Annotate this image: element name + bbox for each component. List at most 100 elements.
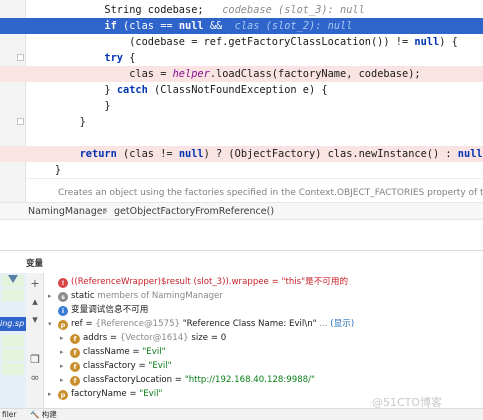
variable-text: classFactoryLocation = bbox=[83, 375, 185, 385]
chevron-right-icon[interactable]: ▸ bbox=[48, 289, 58, 303]
code-token: } bbox=[79, 116, 86, 128]
doc-separator bbox=[26, 178, 483, 179]
variable-row[interactable]: ! ((ReferenceWrapper)$result (slot_3)).wr… bbox=[48, 275, 348, 289]
code-token: String codebase; bbox=[104, 4, 223, 16]
code-token: (codebase = ref.getFactoryClassLocation(… bbox=[129, 36, 415, 48]
code-line[interactable]: (codebase = ref.getFactoryClassLocation(… bbox=[0, 34, 483, 50]
code-keyword: null bbox=[457, 148, 483, 160]
variable-text: "Evil" bbox=[148, 361, 172, 371]
code-text: } bbox=[30, 98, 110, 114]
frames-column[interactable]: ing.sp bbox=[0, 273, 26, 408]
frame-item[interactable] bbox=[2, 363, 24, 375]
code-keyword: if bbox=[104, 20, 117, 32]
chevron-right-icon[interactable]: ▸ bbox=[60, 345, 70, 359]
variable-text: ref = bbox=[71, 319, 96, 329]
code-text: String codebase; codebase (slot_3): null bbox=[30, 2, 365, 18]
selected-frame[interactable]: ing.sp bbox=[0, 317, 26, 331]
variables-toolbar: + ▴ ▾ ❐ ∞ bbox=[26, 273, 44, 408]
code-keyword: return bbox=[79, 148, 117, 160]
variable-text: "Reference Class Name: Evil\n" bbox=[182, 319, 317, 329]
code-text: } catch (ClassNotFoundException e) { bbox=[30, 82, 327, 98]
code-line[interactable]: clas = helper.loadClass(factoryName, cod… bbox=[0, 66, 483, 82]
code-keyword: null bbox=[178, 20, 204, 32]
breadcrumb-separator: › bbox=[104, 206, 108, 217]
variable-row[interactable]: ▸ f className = "Evil" bbox=[60, 345, 166, 359]
code-line[interactable] bbox=[0, 130, 483, 146]
code-line[interactable]: try { bbox=[0, 50, 483, 66]
variable-text: static bbox=[71, 291, 98, 301]
breadcrumb: NamingManager › getObjectFactoryFromRefe… bbox=[0, 202, 483, 220]
variable-text: "http://192.168.40.128:9988/" bbox=[184, 375, 315, 385]
code-token: ) ? (ObjectFactory) clas.newInstance() : bbox=[203, 148, 458, 160]
frame-item[interactable] bbox=[2, 289, 24, 301]
variable-text: members of NamingManager bbox=[97, 291, 223, 301]
javadoc-text: Creates an object using the factories sp… bbox=[58, 188, 483, 198]
breadcrumb-method[interactable]: getObjectFactoryFromReference() bbox=[114, 204, 274, 220]
chevron-right-icon[interactable]: ▸ bbox=[60, 331, 70, 345]
variable-text[interactable]: (显示) bbox=[330, 319, 354, 329]
add-watch-icon[interactable]: + bbox=[28, 277, 42, 291]
code-token: (clas == bbox=[116, 20, 179, 32]
info-icon: i bbox=[58, 306, 68, 316]
variable-row[interactable]: ▸ s static members of NamingManager bbox=[48, 289, 223, 303]
variable-row[interactable]: i 变量调试信息不可用 bbox=[48, 303, 148, 317]
code-text: return (clas != null) ? (ObjectFactory) … bbox=[30, 146, 483, 162]
variable-text: classFactory = bbox=[83, 361, 149, 371]
code-editor[interactable]: String codebase; codebase (slot_3): null… bbox=[0, 0, 483, 202]
panel-gap bbox=[0, 220, 483, 250]
variable-text: ... bbox=[316, 319, 331, 329]
code-token: && bbox=[203, 20, 235, 32]
code-line[interactable]: if (clas == null && clas (slot_2): null bbox=[0, 18, 483, 34]
variable-row[interactable]: ▾ p ref = {Reference@1575} "Reference Clas… bbox=[48, 317, 354, 331]
variable-text: {Reference@1575} bbox=[95, 319, 183, 329]
variable-type-icon: f bbox=[70, 376, 80, 386]
variable-text: "Evil" bbox=[142, 347, 166, 357]
code-keyword: null bbox=[414, 36, 440, 48]
variable-text: addrs = bbox=[83, 333, 120, 343]
code-token: } bbox=[104, 84, 117, 96]
variable-type-icon: p bbox=[58, 390, 68, 400]
arrow-down-icon[interactable]: ▾ bbox=[28, 313, 42, 327]
breadcrumb-class[interactable]: NamingManager bbox=[28, 204, 107, 220]
variable-row[interactable]: ▸ f addrs = {Vector@1614} size = 0 bbox=[60, 331, 226, 345]
frame-item[interactable] bbox=[2, 349, 24, 361]
code-token: clas = bbox=[129, 68, 173, 80]
code-token: } bbox=[54, 164, 62, 176]
code-token: .loadClass(factoryName, codebase); bbox=[209, 68, 421, 80]
glasses-icon[interactable]: ∞ bbox=[28, 371, 42, 385]
inline-value-hint: codebase (slot_3): null bbox=[222, 4, 365, 16]
variable-row[interactable]: ▸ f classFactory = "Evil" bbox=[60, 359, 172, 373]
code-token: { bbox=[123, 52, 136, 64]
code-keyword: catch bbox=[116, 84, 148, 96]
code-line[interactable]: } bbox=[0, 162, 483, 178]
variable-row[interactable]: ▸ f classFactoryLocation = "http://192.168… bbox=[60, 373, 315, 387]
chevron-right-icon[interactable]: ▸ bbox=[48, 387, 58, 401]
chevron-down-icon[interactable]: ▾ bbox=[48, 317, 58, 331]
copy-icon[interactable]: ❐ bbox=[28, 353, 42, 367]
build-tab-label: 构建 bbox=[41, 410, 57, 419]
build-tab[interactable]: 🔨 构建 bbox=[30, 409, 57, 420]
status-filer[interactable]: filer bbox=[2, 409, 17, 420]
frame-item[interactable] bbox=[2, 335, 24, 347]
chevron-right-icon[interactable]: ▸ bbox=[60, 359, 70, 373]
variable-row[interactable]: ▸ p factoryName = "Evil" bbox=[48, 387, 162, 401]
code-line[interactable]: } bbox=[0, 98, 483, 114]
variable-text: {Vector@1614} bbox=[119, 333, 192, 343]
variable-text: className = bbox=[83, 347, 143, 357]
chevron-right-icon[interactable]: ▸ bbox=[60, 373, 70, 387]
code-line[interactable]: } bbox=[0, 114, 483, 130]
code-line[interactable]: return (clas != null) ? (ObjectFactory) … bbox=[0, 146, 483, 162]
filter-icon[interactable] bbox=[0, 273, 26, 287]
code-line[interactable]: String codebase; codebase (slot_3): null bbox=[0, 2, 483, 18]
code-line[interactable]: } catch (ClassNotFoundException e) { bbox=[0, 82, 483, 98]
code-token: helper bbox=[172, 68, 210, 80]
arrow-up-icon[interactable]: ▴ bbox=[28, 295, 42, 309]
